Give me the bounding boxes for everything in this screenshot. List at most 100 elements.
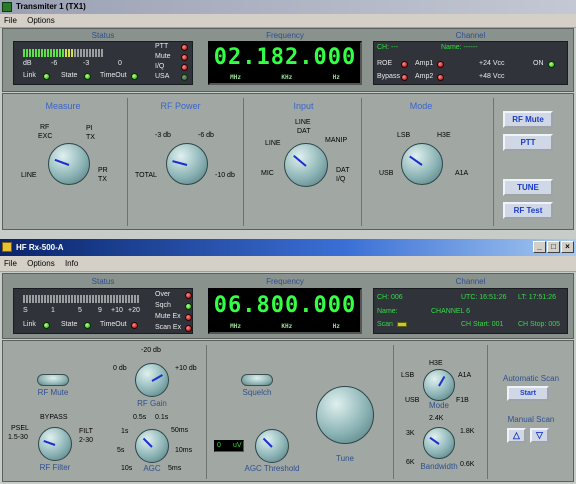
- rx-bandwidth-pointer: [429, 436, 440, 445]
- rx-rfgain-label: RF Gain: [137, 399, 167, 408]
- rx-bw-3k: 3K: [406, 430, 415, 437]
- rx-mute-ex-led: [185, 314, 192, 321]
- tx-tune-button[interactable]: TUNE: [503, 179, 553, 196]
- tx-measure-tx2: TX: [98, 176, 107, 183]
- tx-scale-m3: -3: [83, 60, 90, 67]
- rx-filter-filt: FILT: [79, 428, 93, 435]
- tx-frequency-display: 02.182.000 MHz KHz Hz: [208, 41, 362, 85]
- rx-filter-label: RF Filter: [39, 463, 71, 472]
- rx-link-label: Link: [23, 321, 36, 328]
- rx-window-controls: _ □ ×: [533, 241, 574, 253]
- tx-measure-knob[interactable]: [48, 143, 90, 185]
- tx-rfpower-header: RF Power: [160, 101, 201, 111]
- rx-controls-panel: RF Mute -20 db 0 db +10 db RF Gain BYPAS…: [2, 340, 574, 482]
- rx-threshold-knob[interactable]: [255, 429, 289, 463]
- rx-ch-stop: CH Stop: 005: [518, 321, 561, 328]
- tx-titlebar[interactable]: Transmiter 1 (TX1): [0, 0, 576, 14]
- close-icon[interactable]: ×: [561, 241, 574, 253]
- tx-timeout-label: TimeOut: [100, 72, 127, 79]
- rx-mode-pointer: [438, 375, 446, 387]
- tx-menu-options[interactable]: Options: [27, 16, 55, 25]
- tx-measure-rf: RF: [40, 124, 50, 131]
- rx-agc-label: AGC: [143, 464, 161, 473]
- tx-controls-panel: Measure RF EXC PI TX PR TX LINE RF Power…: [2, 93, 574, 230]
- tx-mute-led: [181, 54, 188, 61]
- rx-filter-knob[interactable]: [38, 427, 72, 461]
- rx-agc-10s: 10s: [121, 465, 133, 472]
- rx-rf-mute-toggle[interactable]: [37, 374, 69, 386]
- tx-mode-knob[interactable]: [401, 143, 443, 185]
- rx-titlebar[interactable]: HF Rx-500-A _ □ ×: [0, 239, 576, 256]
- rx-mute-ex-label: Mute Ex: [155, 313, 181, 320]
- tx-ptt-button[interactable]: PTT: [503, 134, 553, 151]
- tx-menubar: File Options: [0, 14, 576, 28]
- rx-menubar: File Options Info: [0, 256, 576, 272]
- tx-measure-exc: EXC: [38, 133, 53, 140]
- rx-squelch-toggle[interactable]: [241, 374, 273, 386]
- rx-state-led: [84, 322, 91, 329]
- rx-scan-start-button[interactable]: Start: [507, 386, 549, 401]
- tx-mode-h3e: H3E: [437, 132, 451, 139]
- tx-ptt-led: [181, 44, 188, 51]
- tx-amp2-label: Amp2: [415, 73, 434, 80]
- tx-amp1-led: [437, 61, 444, 68]
- rx-bandwidth-knob[interactable]: [423, 427, 455, 459]
- maximize-icon[interactable]: □: [547, 241, 560, 253]
- rx-unit-hz: Hz: [332, 323, 340, 330]
- rx-rfgain-0: 0 db: [113, 365, 127, 372]
- tx-measure-pr: PR: [98, 167, 108, 174]
- rx-mode-knob[interactable]: [423, 369, 455, 401]
- rx-rfgain-p10: +10 db: [175, 365, 197, 372]
- tx-rfpower-m6: -6 db: [198, 132, 214, 139]
- rx-window-title: HF Rx-500-A: [16, 243, 64, 252]
- tx-mute-label: Mute: [155, 53, 171, 60]
- tx-usa-led: [181, 74, 188, 81]
- rx-tune-knob[interactable]: [316, 386, 374, 444]
- rx-menu-options[interactable]: Options: [27, 259, 55, 268]
- rx-scan-ex-led: [185, 325, 192, 332]
- tx-on-led: [548, 61, 555, 68]
- rx-squelch-label: Squelch: [242, 388, 272, 397]
- tx-scale-0: 0: [118, 60, 122, 67]
- rx-scan-down-button[interactable]: ▽: [530, 428, 549, 443]
- tx-measure-header: Measure: [45, 101, 81, 111]
- rx-rfgain-knob[interactable]: [135, 363, 169, 397]
- tx-rf-mute-button[interactable]: RF Mute: [503, 111, 553, 128]
- tx-rf-test-button[interactable]: RF Test: [503, 202, 553, 219]
- rx-status-panel: Status S 1 5 9 +10 +20 Link State TimeOu…: [2, 273, 574, 339]
- minimize-icon[interactable]: _: [533, 241, 546, 253]
- rx-scan-ex-label: Scan Ex: [155, 324, 182, 331]
- tx-rfpower-knob[interactable]: [166, 143, 208, 185]
- rx-menu-file[interactable]: File: [4, 259, 17, 268]
- rx-unit-mhz: MHz: [230, 323, 242, 330]
- rx-scan-up-button[interactable]: △: [507, 428, 526, 443]
- rx-agc-knob[interactable]: [135, 429, 169, 463]
- rx-name-value: CHANNEL 6: [431, 308, 471, 315]
- tx-state-label: State: [61, 72, 78, 79]
- tx-name-label: Name: ------: [441, 44, 478, 51]
- rx-frequency-value: 06.800.000: [213, 293, 357, 318]
- tx-input-knob[interactable]: [284, 143, 328, 187]
- rx-utc-value: UTC: 16:51:26: [461, 294, 507, 301]
- rx-mode-h3e: H3E: [429, 360, 443, 367]
- tx-link-label: Link: [23, 72, 36, 79]
- tx-unit-hz: Hz: [332, 74, 340, 81]
- rx-tune-label: Tune: [336, 454, 354, 463]
- tx-24vcc-label: +24 Vcc: [479, 60, 505, 67]
- rx-menu-info[interactable]: Info: [65, 259, 78, 268]
- rx-rfgain-m20: -20 db: [141, 347, 161, 354]
- tx-channel-header: Channel: [455, 31, 486, 40]
- rx-auto-scan-label: Automatic Scan: [502, 374, 560, 383]
- tx-mode-a1a: A1A: [455, 170, 469, 177]
- tx-unit-khz: KHz: [281, 74, 293, 81]
- rx-over-label: Over: [155, 291, 171, 298]
- tx-menu-file[interactable]: File: [4, 16, 17, 25]
- rx-bandwidth-label: Bandwidth: [420, 462, 458, 471]
- tx-rfpower-m3: -3 db: [155, 132, 171, 139]
- tx-mode-header: Mode: [409, 101, 433, 111]
- rx-agc-05s: 0.5s: [133, 414, 147, 421]
- rx-threshold-label: AGC Threshold: [244, 464, 300, 473]
- rx-lt-value: LT: 17:51:26: [518, 294, 557, 301]
- tx-status-header: Status: [91, 31, 115, 40]
- rx-filter-pointer: [43, 439, 56, 446]
